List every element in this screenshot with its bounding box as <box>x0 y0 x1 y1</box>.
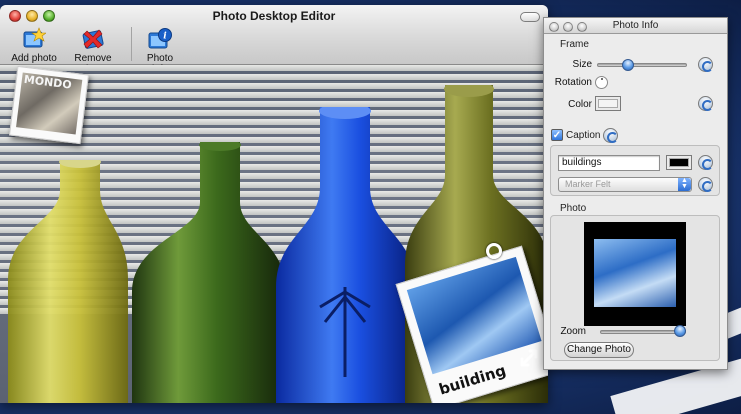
size-slider[interactable] <box>597 63 687 67</box>
photo-info-panel: Photo Info Frame Size Rotation Color ✓ C… <box>543 17 728 370</box>
zoom-slider-knob[interactable] <box>674 325 686 337</box>
main-window: Photo Desktop Editor Add photo Remove ph… <box>0 5 548 403</box>
font-popup-value: Marker Felt <box>565 179 611 189</box>
color-label: Color <box>568 99 592 110</box>
frame-color-well[interactable] <box>595 96 621 111</box>
caption-checkbox[interactable]: ✓ <box>551 129 563 141</box>
resize-handle-icon[interactable] <box>520 349 538 367</box>
caption-label: Caption <box>566 130 601 141</box>
popup-arrows-icon: ▲ ▼ <box>678 177 691 191</box>
blind-slat <box>0 65 548 71</box>
toolbar-separator <box>131 27 132 61</box>
photo-canvas[interactable]: MONDO building <box>0 65 548 403</box>
small-frame-label: MONDO <box>23 72 73 92</box>
color-reset-button[interactable] <box>698 96 713 111</box>
photo-preview-image <box>594 239 676 307</box>
green-bottle <box>132 142 286 403</box>
caption-reset-button[interactable] <box>603 128 618 143</box>
font-reset-button[interactable] <box>698 177 713 192</box>
rotate-handle-icon[interactable] <box>486 243 502 259</box>
zoom-label: Zoom <box>560 326 586 337</box>
info-panel-titlebar[interactable]: Photo Info <box>544 18 727 34</box>
change-photo-button[interactable]: Change Photo <box>564 342 634 358</box>
add-photo-label: Add photo <box>11 53 57 64</box>
size-label: Size <box>572 59 592 70</box>
rotation-dial[interactable] <box>595 76 608 89</box>
add-photo-button[interactable]: Add photo <box>8 27 60 64</box>
font-popup[interactable]: Marker Felt ▲ ▼ <box>558 177 692 192</box>
caption-color-reset-button[interactable] <box>698 155 713 170</box>
small-photo-frame[interactable]: MONDO <box>9 65 89 145</box>
caption-color-swatch <box>669 158 689 167</box>
info-panel-title: Photo Info <box>612 20 659 31</box>
window-title: Photo Desktop Editor <box>212 9 336 23</box>
rotation-label: Rotation <box>554 77 592 88</box>
photo-info-icon: i <box>148 27 172 51</box>
add-photo-icon <box>22 27 47 51</box>
toolbar-toggle-button[interactable] <box>520 12 540 22</box>
main-titlebar[interactable]: Photo Desktop Editor Add photo Remove ph… <box>0 5 548 75</box>
frame-color-swatch <box>598 99 618 108</box>
small-frame-photo: MONDO <box>16 72 83 135</box>
svg-text:i: i <box>163 32 167 42</box>
caption-color-well[interactable] <box>666 155 692 170</box>
caption-text-field[interactable]: buildings <box>558 155 660 171</box>
yellow-bottle <box>8 160 128 403</box>
blue-bottle <box>276 107 416 403</box>
size-slider-knob[interactable] <box>621 59 634 71</box>
remove-photo-icon <box>81 27 105 51</box>
frame-group-label: Frame <box>560 39 589 50</box>
photo-group-label: Photo <box>560 203 587 214</box>
size-reset-button[interactable] <box>698 57 713 72</box>
photo-preview <box>584 222 686 326</box>
